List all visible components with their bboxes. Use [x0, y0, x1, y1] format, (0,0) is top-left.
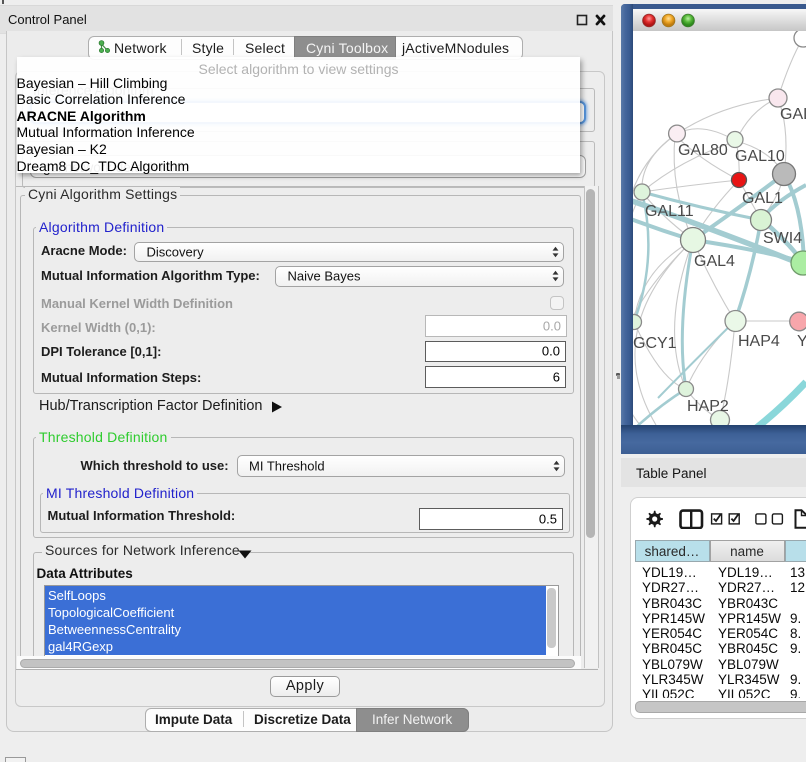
svg-text:GAL4: GAL4 [694, 253, 735, 270]
svg-text:GAL10: GAL10 [735, 148, 785, 165]
svg-text:GAL: GAL [780, 106, 806, 123]
svg-text:GAL11: GAL11 [645, 203, 694, 220]
svg-text:GAL1: GAL1 [742, 190, 783, 207]
svg-text:HAP2: HAP2 [687, 398, 729, 415]
svg-text:Y: Y [797, 333, 806, 350]
svg-text:GCY1: GCY1 [633, 335, 677, 352]
svg-text:HAP4: HAP4 [738, 333, 780, 350]
svg-text:GAL80: GAL80 [678, 142, 728, 159]
svg-text:SWI4: SWI4 [763, 230, 802, 247]
